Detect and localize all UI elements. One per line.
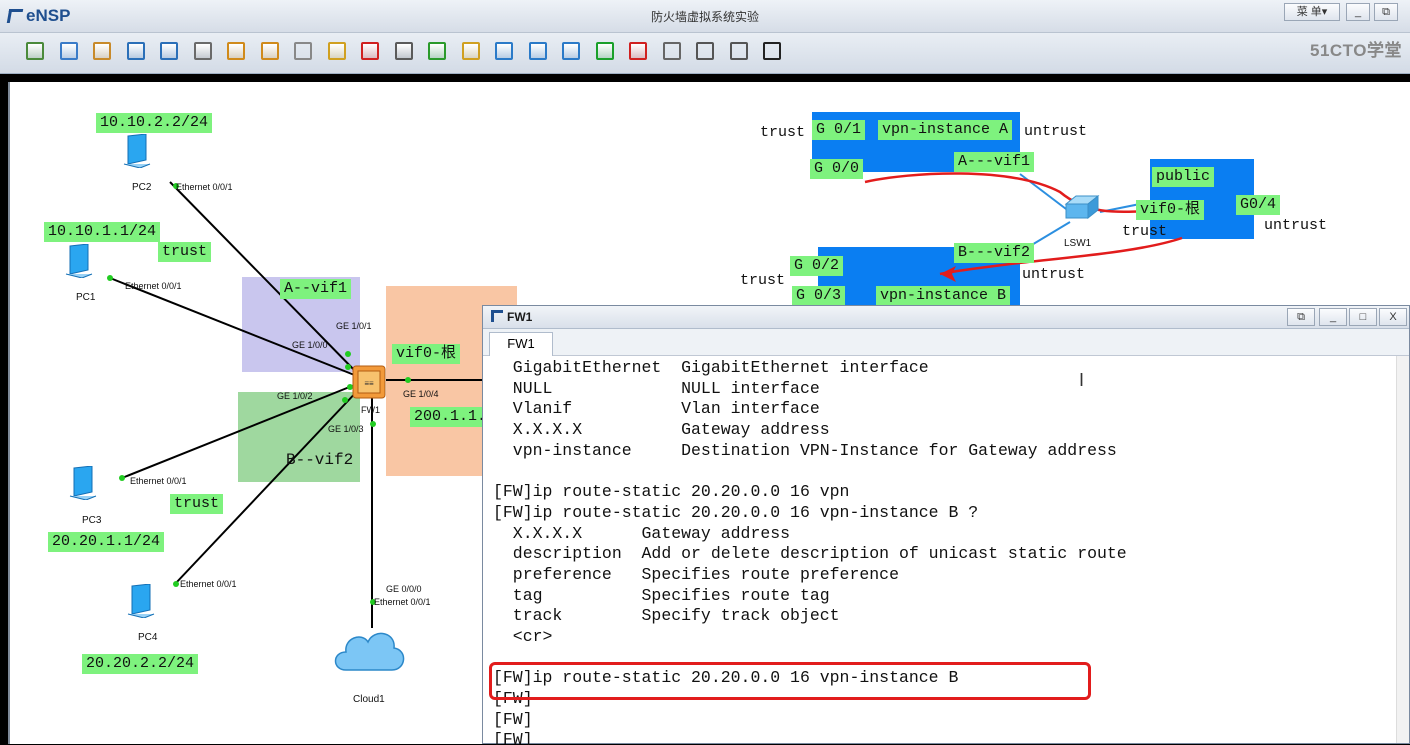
zone-untrust-label: untrust [1264, 217, 1328, 234]
vif0-root-label: vif0-根 [1136, 200, 1205, 220]
minimize-button[interactable]: _ [1346, 3, 1370, 21]
port-g01-label: G 0/1 [812, 120, 866, 140]
pc3-name: PC3 [82, 515, 102, 526]
console-window[interactable]: FW1 ⧉ _ □ X FW1 GigabitEthernet GigabitE… [482, 305, 1410, 745]
open-icon[interactable] [93, 42, 111, 60]
capture-icon[interactable] [662, 42, 681, 60]
terminal-line: vpn-instance Destination VPN-Instance fo… [493, 440, 1117, 460]
public-label: public [1152, 167, 1215, 187]
port-label: GE 0/0/0 [386, 584, 422, 594]
zone-b-label: B--vif2 [286, 451, 354, 469]
terminal-line: tag Specifies route tag [493, 585, 830, 605]
port-label: Ethernet 0/0/1 [374, 597, 431, 607]
zone-trust-label: trust [740, 272, 786, 289]
pan-hand-icon[interactable] [327, 42, 346, 60]
text-note-icon[interactable] [428, 42, 446, 60]
maximize-button[interactable]: □ [1349, 308, 1377, 326]
terminal-line: [FW] [493, 709, 533, 729]
ip-label-pc4: 20.20.2.2/24 [82, 654, 199, 674]
console-tab-bar: FW1 [483, 329, 1409, 356]
tab-fw1[interactable]: FW1 [489, 332, 553, 356]
text-cursor-icon: I [1079, 370, 1085, 390]
port-g04-label: G0/4 [1236, 195, 1281, 215]
save-as-icon[interactable] [160, 42, 178, 60]
console-title-bar: FW1 ⧉ _ □ X [483, 306, 1409, 329]
terminal-line: <cr> [493, 626, 553, 646]
window-title: 防火墙虚拟系统实验 [650, 10, 759, 24]
highlight-box [489, 662, 1091, 700]
terminal-line: X.X.X.X Gateway address [493, 523, 791, 543]
terminal-line: X.X.X.X Gateway address [493, 420, 830, 440]
terminal-line: [FW]ip route-static 20.20.0.0 16 vpn-ins… [493, 502, 979, 522]
pc-icon[interactable] [126, 584, 156, 618]
save-icon[interactable] [126, 42, 145, 60]
restore-button[interactable]: ⧉ [1287, 308, 1315, 326]
delete-icon[interactable] [361, 42, 379, 60]
zoom-out-icon[interactable] [528, 42, 547, 60]
ip-label-pc3: 20.20.1.1/24 [48, 532, 165, 552]
new-device-icon[interactable] [59, 42, 78, 60]
ensp-logo-icon [491, 310, 503, 322]
console-scrollbar[interactable] [1396, 356, 1409, 743]
port-label: GE 1/0/3 [328, 424, 364, 434]
start-icon[interactable] [595, 42, 614, 60]
vpn-b-label: vpn-instance B [876, 286, 1011, 306]
new-topology-icon[interactable] [26, 42, 44, 60]
toolbar: 51CTO学堂 [0, 33, 1410, 74]
cloud1-name: Cloud1 [353, 694, 385, 705]
zone-trust-label: trust [760, 124, 806, 141]
vif2-label: B---vif2 [954, 243, 1035, 263]
pc-icon[interactable] [68, 466, 98, 500]
vif1-label: A---vif1 [954, 152, 1035, 172]
select-icon[interactable] [294, 42, 312, 60]
cloud-icon[interactable] [332, 620, 408, 678]
zone-trust-label: trust [1122, 223, 1168, 240]
zoom-in-icon[interactable] [495, 42, 513, 60]
port-label: Ethernet 0/0/1 [130, 476, 187, 486]
port-g00-label: G 0/0 [810, 159, 864, 179]
console-title: FW1 [507, 310, 533, 324]
delete-link-icon[interactable] [394, 42, 413, 60]
switch-icon[interactable] [1062, 194, 1100, 222]
console-icon[interactable] [763, 42, 781, 60]
close-button[interactable]: X [1379, 308, 1407, 326]
vpn-a-label: vpn-instance A [878, 120, 1013, 140]
brand-watermark: 51CTO学堂 [1310, 41, 1402, 60]
fit-icon[interactable] [562, 42, 580, 60]
undo-icon[interactable] [227, 42, 245, 60]
menu-button[interactable]: 菜 单▾ [1284, 3, 1340, 21]
port-label: Ethernet 0/0/1 [180, 579, 237, 589]
app-logo: eNSP [6, 5, 71, 27]
pc4-name: PC4 [138, 632, 158, 643]
terminal-line: GigabitEthernet GigabitEthernet interfac… [493, 358, 929, 377]
terminal-line: track Specify track object [493, 606, 840, 626]
restore-button[interactable]: ⧉ [1374, 3, 1398, 21]
lsw1-name: LSW1 [1064, 238, 1092, 249]
terminal-line: description Add or delete description of… [493, 544, 1127, 564]
app-name: eNSP [26, 6, 71, 25]
minimize-button[interactable]: _ [1319, 308, 1347, 326]
stop-icon[interactable] [629, 42, 647, 60]
terminal-line: [FW]ip route-static 20.20.0.0 16 vpn [493, 482, 850, 502]
title-bar: eNSP 防火墙虚拟系统实验 菜 单▾ _ ⧉ [0, 0, 1410, 33]
zone-untrust-label: untrust [1024, 123, 1088, 140]
zone-trust-label: trust [170, 494, 224, 514]
terminal-line: Vlanif Vlan interface [493, 399, 820, 419]
terminal-line: NULL NULL interface [493, 378, 820, 398]
redo-icon[interactable] [260, 42, 279, 60]
ensp-logo-icon [6, 9, 24, 23]
terminal-line: preference Specifies route preference [493, 564, 899, 584]
port-g03-label: G 0/3 [792, 286, 846, 306]
rectangle-icon[interactable] [461, 42, 480, 60]
port-g02-label: G 0/2 [790, 256, 844, 276]
terminal-line: [FW] [493, 730, 533, 745]
zone-untrust-label: untrust [1022, 266, 1086, 283]
topology-icon[interactable] [696, 42, 714, 60]
print-icon[interactable] [193, 42, 212, 60]
panel-icon[interactable] [729, 42, 748, 60]
